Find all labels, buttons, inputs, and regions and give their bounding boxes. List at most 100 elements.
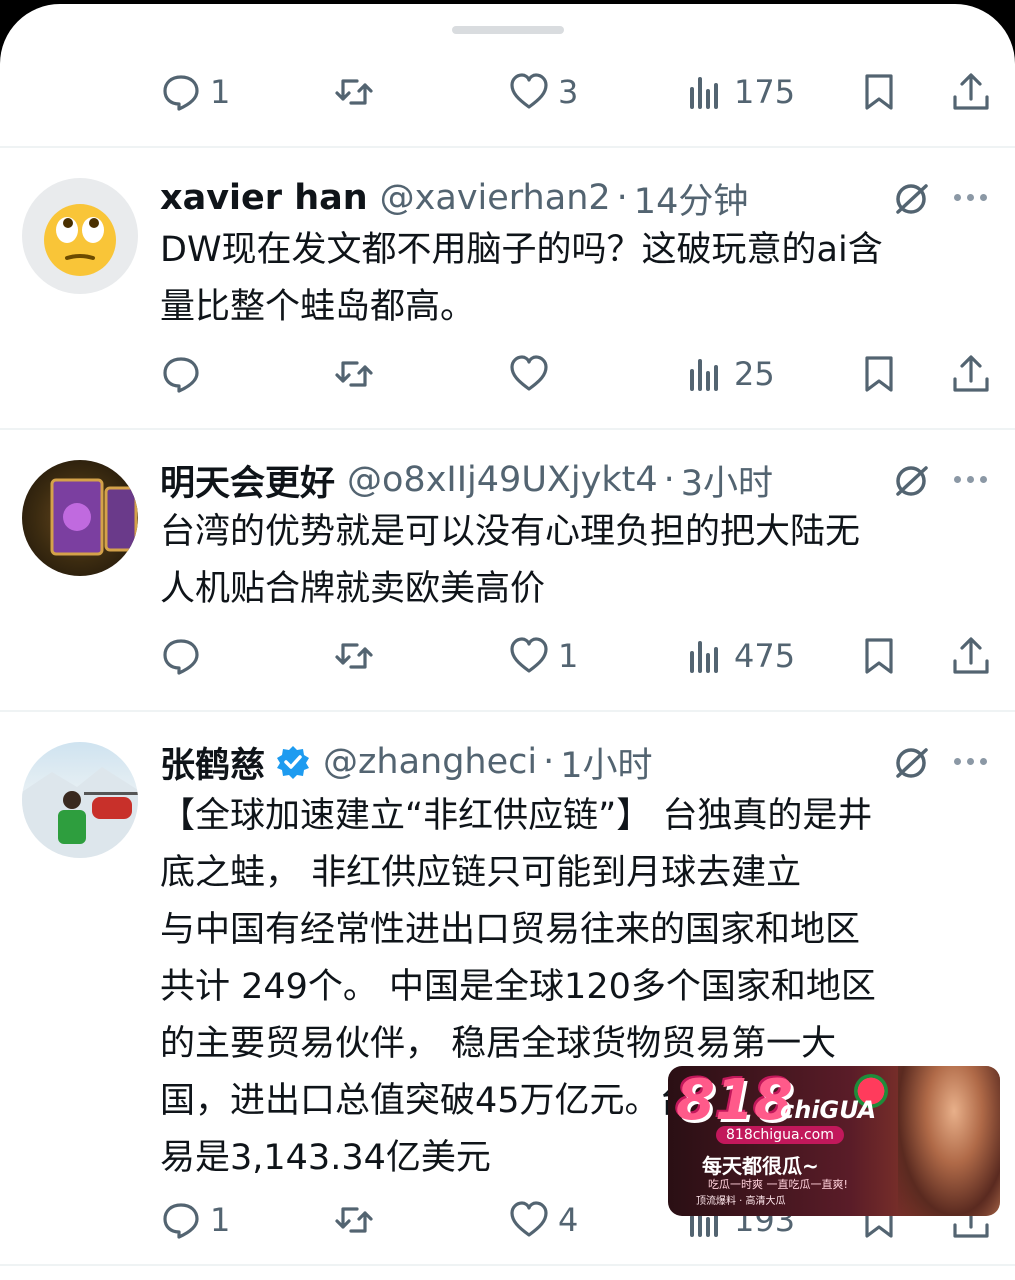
separator: ·	[663, 460, 675, 500]
retweet-icon	[333, 1199, 375, 1241]
divider	[0, 146, 1015, 148]
sheet-grabber[interactable]	[452, 26, 564, 34]
retweet-icon	[333, 635, 375, 677]
share-icon	[950, 635, 992, 677]
views-icon	[684, 71, 726, 113]
avatar[interactable]	[22, 460, 138, 576]
ad-footer: 顶流爆料 · 高清大瓜	[696, 1196, 786, 1207]
action-bar: 1 475	[0, 626, 1015, 686]
tweet-text-line: 人机贴合牌就卖欧美高价	[160, 569, 546, 609]
views-button[interactable]: 475	[684, 626, 795, 686]
watermark-ad[interactable]: 818 chiGUA 818chigua.com 每天都很瓜~ 吃瓜一时爽 一直…	[668, 1066, 1000, 1216]
grok-icon[interactable]	[890, 742, 932, 784]
ad-url[interactable]: 818chigua.com	[716, 1126, 844, 1144]
tweet-text-line: DW现在发文都不用脑子的吗？这破玩意的ai含	[160, 230, 883, 270]
bookmark-button[interactable]	[858, 344, 900, 404]
share-icon	[950, 71, 992, 113]
reply-button[interactable]: 1	[160, 1190, 230, 1250]
retweet-button[interactable]	[333, 626, 383, 686]
user-handle[interactable]: @o8xIIj49UXjykt4	[347, 460, 658, 500]
tweet-text-line: 的主要贸易伙伴， 稳居全球货物贸易第一大	[160, 1024, 837, 1064]
reply-button[interactable]	[160, 626, 210, 686]
reply-icon	[160, 1199, 202, 1241]
tweet-text-line: 共计 249个。 中国是全球120多个国家和地区	[160, 967, 876, 1007]
like-button[interactable]: 3	[508, 62, 578, 122]
share-button[interactable]	[950, 62, 992, 122]
timestamp[interactable]: 1小时	[560, 737, 652, 788]
separator: ·	[616, 178, 628, 218]
verified-badge-icon	[277, 746, 310, 779]
timestamp[interactable]: 3小时	[681, 455, 773, 506]
likes-count: 4	[558, 1201, 579, 1239]
ad-subtitle: 吃瓜一时爽 一直吃瓜一直爽!	[708, 1178, 848, 1191]
tweet-text: DW现在发文都不用脑子的吗？这破玩意的ai含 量比整个蛙岛都高。	[160, 222, 883, 336]
heart-icon	[508, 1199, 550, 1241]
tweet-text-line: 底之蛙， 非红供应链只可能到月球去建立	[160, 853, 802, 893]
ad-slogan: 每天都很瓜~	[702, 1154, 819, 1178]
heart-icon	[508, 71, 550, 113]
more-icon[interactable]	[954, 758, 987, 765]
more-icon[interactable]	[954, 194, 987, 201]
replies-count: 1	[210, 73, 231, 111]
user-handle[interactable]: @xavierhan2	[380, 178, 611, 218]
divider	[0, 428, 1015, 430]
separator: ·	[543, 742, 555, 782]
reply-icon	[160, 71, 202, 113]
views-button[interactable]: 25	[684, 344, 775, 404]
tweet-text: 台湾的优势就是可以没有心理负担的把大陆无 人机贴合牌就卖欧美高价	[160, 504, 860, 618]
replies-count: 1	[210, 1201, 231, 1239]
retweet-icon	[333, 71, 375, 113]
like-button[interactable]: 1	[508, 626, 578, 686]
retweet-button[interactable]	[333, 344, 383, 404]
tweet-header: xavier han @xavierhan2 · 14分钟	[160, 174, 748, 222]
action-bar: 25	[0, 344, 1015, 404]
reply-button[interactable]: 1	[160, 62, 230, 122]
display-name[interactable]: xavier han	[160, 178, 368, 218]
grok-icon[interactable]	[890, 178, 932, 220]
likes-count: 3	[558, 73, 579, 111]
more-icon[interactable]	[954, 476, 987, 483]
retweet-button[interactable]	[333, 62, 383, 122]
reply-button[interactable]	[160, 344, 210, 404]
ad-brand: chiGUA	[780, 1096, 877, 1124]
tweet-header: 张鹤慈 @zhangheci · 1小时	[160, 738, 653, 786]
views-icon	[684, 635, 726, 677]
share-button[interactable]	[950, 626, 992, 686]
replies-sheet: 1 3 175 xavier han @xavierhan2 · 14分钟 DW现在…	[0, 4, 1015, 1280]
display-name[interactable]: 张鹤慈	[160, 737, 265, 788]
display-name[interactable]: 明天会更好	[160, 455, 335, 506]
bookmark-button[interactable]	[858, 62, 900, 122]
grok-icon[interactable]	[890, 460, 932, 502]
tweet-header: 明天会更好 @o8xIIj49UXjykt4 · 3小时	[160, 456, 773, 504]
person-snow-avatar-icon	[22, 767, 138, 858]
tweet-text-line: 量比整个蛙岛都高。	[160, 287, 476, 327]
heart-icon	[508, 353, 550, 395]
avatar[interactable]	[22, 742, 138, 858]
views-icon	[684, 353, 726, 395]
divider	[0, 1264, 1015, 1266]
like-button[interactable]	[508, 344, 558, 404]
divider	[0, 710, 1015, 712]
retweet-button[interactable]	[333, 1190, 383, 1250]
share-icon	[950, 353, 992, 395]
reply-icon	[160, 353, 202, 395]
bookmark-button[interactable]	[858, 626, 900, 686]
bookmark-icon	[858, 635, 900, 677]
views-count: 475	[734, 637, 796, 675]
action-bar: 1 3 175	[0, 62, 1015, 122]
share-button[interactable]	[950, 344, 992, 404]
bookmark-icon	[858, 71, 900, 113]
avatar[interactable]	[22, 178, 138, 294]
timestamp[interactable]: 14分钟	[634, 173, 749, 224]
likes-count: 1	[558, 637, 579, 675]
user-handle[interactable]: @zhangheci	[323, 742, 537, 782]
ad-logo: 818	[676, 1068, 793, 1133]
card-game-avatar-icon	[50, 478, 138, 556]
reply-icon	[160, 635, 202, 677]
like-button[interactable]: 4	[508, 1190, 578, 1250]
tweet-text-line: 与中国有经常性进出口贸易往来的国家和地区	[160, 910, 861, 950]
views-button[interactable]: 175	[684, 62, 795, 122]
rolling-eyes-emoji-icon	[44, 204, 116, 276]
heart-icon	[508, 635, 550, 677]
bookmark-icon	[858, 353, 900, 395]
